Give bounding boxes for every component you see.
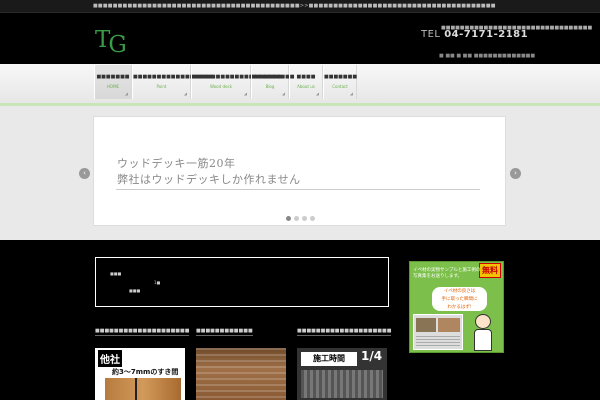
info-text: ■■■ (129, 288, 141, 293)
nav-label-en: Wood deck (210, 84, 232, 89)
slide-dot[interactable] (286, 216, 291, 221)
nav-label-en: Point (156, 84, 167, 89)
info-text: ■■■ (110, 271, 122, 276)
nav-label-en: Contact (332, 84, 348, 89)
gap-caption: 約3〜7mmのすき間 (112, 368, 179, 376)
corner-arrow-icon: ◢ (183, 91, 187, 96)
corner-arrow-icon: ◢ (315, 91, 319, 96)
phone-number[interactable]: TEL 04-7171-2181 (421, 29, 528, 40)
column-title-3[interactable]: ■■■■■■■■■■■■■■■■■■■■ (297, 328, 392, 336)
site-header: TG ■■■■■■■■■■■■■■■■■■■■■■■■■■■■■■■■ TEL … (0, 13, 600, 64)
tel-label: TEL (421, 29, 441, 40)
slide-panel: ウッドデッキ一筋20年 弊社はウッドデッキしか作れません (93, 116, 506, 226)
corner-arrow-icon: ◢ (243, 91, 247, 96)
tel-number: 04-7171-2181 (444, 29, 529, 40)
catalog-photo (438, 318, 460, 332)
construction-time-label: 施工時間 (301, 352, 357, 366)
slide-pager (286, 216, 315, 221)
nav-item-home[interactable]: ■■■■■■■ HOME ◢ (94, 65, 132, 99)
column-image-lumber[interactable] (196, 348, 286, 400)
column-image-comparison[interactable]: 他社 約3〜7mmのすき間 (95, 348, 185, 400)
mascot-head (475, 314, 491, 329)
logo-letter-g: G (108, 32, 126, 58)
construction-photo (301, 370, 383, 398)
corner-arrow-icon: ◢ (124, 91, 128, 96)
nav-item-wood-deck[interactable]: ■■■■■■■■■■■■■■■■■■■ Wood deck ◢ (191, 65, 282, 99)
slide-dot[interactable] (294, 216, 299, 221)
catalog-photo (416, 318, 436, 332)
nav-label-en: HOME (106, 84, 120, 89)
lumber-stack-photo (196, 348, 286, 400)
corner-arrow-icon: ◢ (281, 91, 285, 96)
nav-label-jp: ■■■■■■■■■■■■■■■■■ (133, 74, 214, 80)
catalog-image (413, 314, 463, 350)
site-description: ■■■■■■■■■■■■■■■■■■■■■■■■■■■■■■■■■■■■■■■■… (93, 3, 496, 9)
column-title-1[interactable]: ■■■■■■■■■■■■■■■■■■■■ (95, 328, 190, 336)
global-nav: ■■■■■■■ HOME ◢ ■■■■■■■■■■■■■■■■■ Point ◢… (0, 64, 600, 106)
mascot-illustration (470, 314, 496, 352)
business-hours: ■ ■■ ■ ■■ ■■■■■■■■■■■■■ (439, 53, 536, 59)
quarter-figure: 1/4 (361, 349, 383, 363)
slide-dot[interactable] (302, 216, 307, 221)
bubble-line: 手に取った瞬間に (441, 297, 478, 302)
banner-heading: イペ材の実物サンプルと施工例の写真集をお送りします。 (413, 268, 481, 279)
nav-label-jp: ■■■■■■■ (96, 74, 130, 80)
logo-letter-t: T (95, 27, 110, 53)
info-box: ■■■ 1■ ■■■ (95, 257, 389, 307)
slide-divider (116, 189, 480, 190)
slide-dot[interactable] (310, 216, 315, 221)
nav-label-jp: ■■■■■■■■■ (252, 74, 295, 80)
bubble-line: イペ材の良さは (443, 289, 476, 294)
nav-label-en: Blog (265, 84, 275, 89)
slide-heading: ウッドデッキ一筋20年 (117, 157, 236, 170)
speech-bubble: イペ材の良さは 手に取った瞬間に わかるはず! (432, 287, 487, 311)
nav-label-jp: ■■■■■■■■■■■■■■■■■■■ (192, 74, 282, 80)
mascot-body (474, 329, 492, 351)
top-description-bar: ■■■■■■■■■■■■■■■■■■■■■■■■■■■■■■■■■■■■■■■■… (0, 0, 600, 13)
nav-item-about[interactable]: ■■■■ About us ◢ (289, 65, 323, 99)
corner-arrow-icon: ◢ (349, 91, 353, 96)
nav-item-blog[interactable]: ■■■■■■■■■ Blog ◢ (251, 65, 295, 99)
info-text: 1■ (154, 280, 161, 285)
slide-next-button[interactable]: › (510, 168, 521, 179)
deck-board-photo (105, 378, 181, 400)
nav-label-en: About us (297, 84, 315, 89)
slide-prev-button[interactable]: ‹ (79, 168, 90, 179)
nav-item-contact[interactable]: ■■■■■■■ Contact ◢ (323, 65, 357, 99)
slide-subheading: 弊社はウッドデッキしか作れません (117, 173, 301, 186)
nav-item-point[interactable]: ■■■■■■■■■■■■■■■■■ Point ◢ (132, 65, 214, 99)
column-image-construction-time[interactable]: 施工時間 1/4 (297, 348, 387, 400)
catalog-text-lines (416, 336, 460, 348)
bubble-line: わかるはず! (447, 305, 472, 310)
site-logo[interactable]: TG (95, 27, 127, 58)
comparison-label: 他社 (98, 350, 122, 367)
nav-label-jp: ■■■■■■■ (324, 74, 358, 80)
nav-label-jp: ■■■■ (296, 74, 316, 80)
column-title-2[interactable]: ■■■■■■■■■■■■ (196, 328, 253, 336)
free-sample-banner[interactable]: 無料 イペ材の実物サンプルと施工例の写真集をお送りします。 イペ材の良さは 手に… (409, 261, 504, 353)
